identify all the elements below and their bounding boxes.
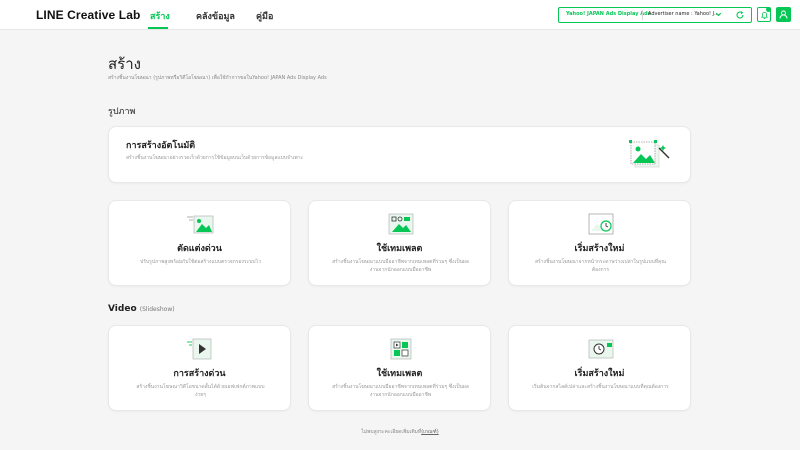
card-description: สร้างชิ้นงานโฆษณาแบบมืออาชีพจากเทมเพลตที… <box>332 259 469 273</box>
image-template-card[interactable]: ใช้เทมเพลต สร้างชิ้นงานโฆษณาแบบมืออาชีพจ… <box>308 200 491 286</box>
auto-create-image-icon <box>629 140 670 168</box>
nav-manual[interactable]: คู่มือ <box>256 9 273 23</box>
card-description: สร้างชิ้นงานโฆษณาวิดีโอขนาดสั้นได้ด้วยเอ… <box>136 384 265 398</box>
section-subtitle: (Slideshow) <box>139 306 175 313</box>
card-title: ตัดแต่งด่วน <box>177 244 222 254</box>
card-title: การสร้างด่วน <box>173 369 226 379</box>
card-description: สร้างชิ้นงานโฆษณาจากหน้ากระดาษว่างเปล่าใ… <box>534 259 667 273</box>
app-logo[interactable]: LINE Creative Lab <box>36 8 140 22</box>
ad-product-label: Yahoo! JAPAN Ads Display Ads <box>566 11 651 17</box>
image-quick-edit-card[interactable]: ตัดแต่งด่วน ปรับรูปภาพสูงพร้อมกับใช้ต่อส… <box>108 200 291 286</box>
card-title: ใช้เทมเพลต <box>376 244 423 254</box>
page-title: สร้าง <box>108 55 141 73</box>
footer-link[interactable]: (เกณฑ์) <box>421 429 438 435</box>
video-new-card[interactable]: เริ่มสร้างใหม่ เริ่มต้นจากสไลด์เปล่าและส… <box>508 325 691 411</box>
auto-create-card[interactable]: การสร้างอัตโนมัติ สร้างชิ้นงานโฆษณาอย่าง… <box>108 126 691 183</box>
nav-library[interactable]: คลังข้อมูล <box>196 9 235 23</box>
new-canvas-video-icon <box>588 339 614 359</box>
image-new-card[interactable]: เริ่มสร้างใหม่ สร้างชิ้นงานโฆษณาจากหน้าก… <box>508 200 691 286</box>
template-image-icon <box>388 213 414 235</box>
card-description: เริ่มต้นจากสไลด์เปล่าและสร้างชิ้นงานโฆษณ… <box>532 384 669 390</box>
footer-text: ไม่พบสูงระคะเอียดเพิ่มเติมที่ <box>361 429 422 435</box>
footer-note: ไม่พบสูงระคะเอียดเพิ่มเติมที่(เกณฑ์) <box>0 428 800 436</box>
new-canvas-image-icon <box>588 213 614 235</box>
section-title-text: Video <box>108 304 137 314</box>
section-title-video: Video (Slideshow) <box>108 304 175 314</box>
top-bar: LINE Creative Lab สร้าง คลังข้อมูล คู่มื… <box>0 0 800 30</box>
card-title: การสร้างอัตโนมัติ <box>126 141 196 151</box>
chevron-down-icon <box>715 12 722 17</box>
notification-badge <box>766 7 771 12</box>
quick-edit-image-icon <box>187 215 214 234</box>
user-icon <box>779 10 788 19</box>
account-button[interactable] <box>776 7 791 22</box>
card-title: เริ่มสร้างใหม่ <box>574 369 625 379</box>
advertiser-name: Advertiser name : Yahoo! J... <box>648 11 719 17</box>
divider <box>642 10 643 20</box>
refresh-icon[interactable] <box>735 10 745 20</box>
advertiser-selector[interactable]: Yahoo! JAPAN Ads Display Ads Advertiser … <box>558 7 752 23</box>
card-description: ปรับรูปภาพสูงพร้อมกับใช้ต่อสร้างแบบตรวจก… <box>140 259 261 265</box>
card-description: สร้างชิ้นงานโฆษณาแบบมืออาชีพจากเทมเพลตที… <box>332 384 469 398</box>
nav-create[interactable]: สร้าง <box>150 9 170 23</box>
section-title-image: รูปภาพ <box>108 107 136 117</box>
video-template-card[interactable]: ใช้เทมเพลต สร้างชิ้นงานโฆษณาแบบมืออาชีพจ… <box>308 325 491 411</box>
card-title: ใช้เทมเพลต <box>376 369 423 379</box>
card-description: สร้างชิ้นงานโฆษณาอย่างรวดเร็วด้วยการใช้ข… <box>126 155 304 161</box>
card-title: เริ่มสร้างใหม่ <box>574 244 625 254</box>
video-quick-create-card[interactable]: การสร้างด่วน สร้างชิ้นงานโฆษณาวิดีโอขนาด… <box>108 325 291 411</box>
page-subtitle: สร้างชิ้นงานโฆษณา (รูปภาพหรือวิดีโอโฆษณา… <box>108 75 327 81</box>
nav-active-indicator <box>148 27 168 29</box>
quick-create-video-icon <box>187 338 212 360</box>
template-video-icon <box>390 338 412 360</box>
notification-button[interactable] <box>757 7 771 22</box>
